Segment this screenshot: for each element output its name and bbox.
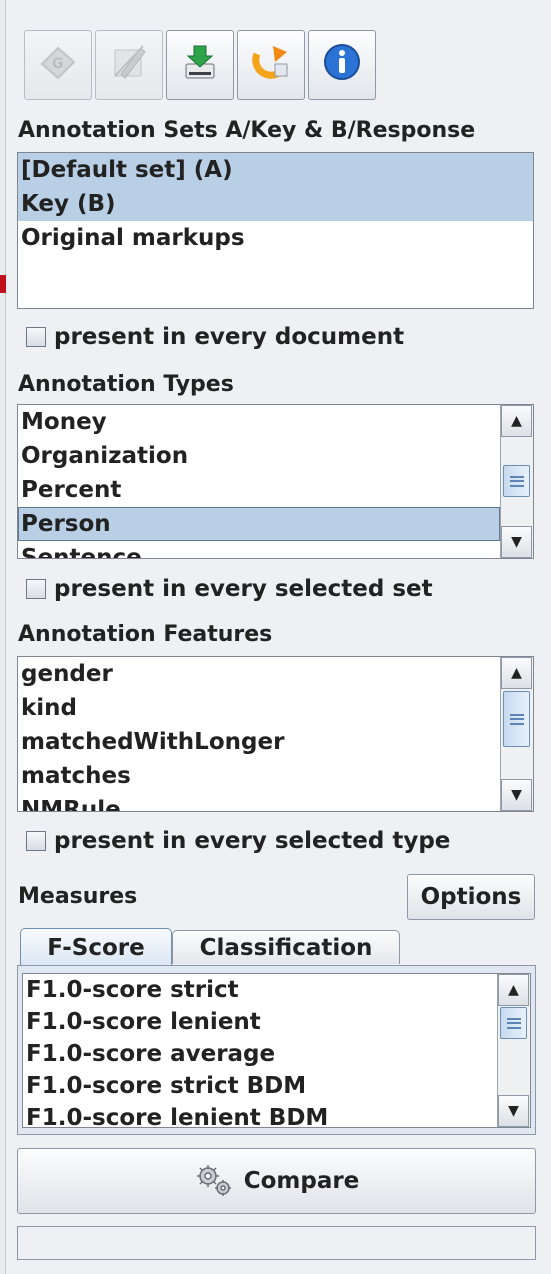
list-item[interactable]: Money xyxy=(18,405,500,439)
reload-button[interactable] xyxy=(237,30,305,100)
list-item[interactable]: Original markups xyxy=(18,221,533,255)
tab-label: Classification xyxy=(199,934,373,961)
annotation-types-label: Annotation Types xyxy=(18,372,234,397)
annotation-sets-list[interactable]: [Default set] (A) Key (B) Original marku… xyxy=(17,152,534,309)
scroll-thumb[interactable] xyxy=(503,465,530,497)
gears-icon xyxy=(194,1163,234,1199)
svg-text:G: G xyxy=(52,56,64,72)
list-item[interactable]: Organization xyxy=(18,439,500,473)
annotation-sets-label: Annotation Sets A/Key & B/Response xyxy=(18,118,476,143)
status-bar xyxy=(17,1226,536,1260)
annotation-features-viewport: gender kind matchedWithLonger matches NM… xyxy=(18,657,500,811)
info-button[interactable] xyxy=(308,30,376,100)
present-in-every-selected-type-checkbox[interactable]: present in every selected type xyxy=(26,826,450,856)
checkbox-label: present in every document xyxy=(54,324,405,350)
list-item[interactable]: F1.0-score lenient BDM xyxy=(23,1102,497,1127)
grip-icon xyxy=(506,1017,521,1029)
features-scrollbar[interactable]: ▲ ▼ xyxy=(500,657,533,811)
compare-button[interactable]: Compare xyxy=(17,1148,536,1214)
edit-pen-icon xyxy=(107,40,151,90)
types-scrollbar[interactable]: ▲ ▼ xyxy=(500,405,533,558)
arrow-up-icon: ▲ xyxy=(511,413,522,429)
arrow-down-icon: ▼ xyxy=(511,534,522,550)
tab-label: F-Score xyxy=(47,934,145,961)
scroll-down-button[interactable]: ▼ xyxy=(501,779,532,811)
splitter-marker xyxy=(0,275,6,293)
scroll-down-button[interactable]: ▼ xyxy=(501,526,532,558)
list-item[interactable]: gender xyxy=(18,657,500,691)
top-edge xyxy=(6,0,551,6)
scroll-down-button[interactable]: ▼ xyxy=(498,1095,529,1127)
scroll-up-button[interactable]: ▲ xyxy=(501,657,532,689)
list-item[interactable]: Key (B) xyxy=(18,187,533,221)
scroll-up-button[interactable]: ▲ xyxy=(501,405,532,437)
list-item[interactable]: Person xyxy=(18,507,500,541)
grip-icon xyxy=(509,475,524,487)
list-item[interactable]: NMRule xyxy=(18,793,500,811)
checkbox-box[interactable] xyxy=(26,579,46,599)
list-item[interactable]: matches xyxy=(18,759,500,793)
download-save-icon xyxy=(178,40,222,90)
scroll-thumb[interactable] xyxy=(503,691,530,747)
list-item[interactable]: matchedWithLonger xyxy=(18,725,500,759)
measures-label: Measures xyxy=(18,884,138,909)
checkbox-box[interactable] xyxy=(26,327,46,347)
grip-icon xyxy=(509,713,524,725)
checkbox-box[interactable] xyxy=(26,831,46,851)
arrow-up-icon: ▲ xyxy=(508,982,519,998)
annotation-features-label: Annotation Features xyxy=(18,622,273,647)
measures-tab-panel: F1.0-score strict F1.0-score lenient F1.… xyxy=(17,965,536,1135)
options-button[interactable]: Options xyxy=(407,874,535,920)
annotation-diff-button[interactable]: G xyxy=(24,30,92,100)
annotation-diff-icon: G xyxy=(36,40,80,90)
present-in-every-document-checkbox[interactable]: present in every document xyxy=(26,322,404,352)
tab-f-score[interactable]: F-Score xyxy=(20,928,172,966)
left-splitter[interactable] xyxy=(0,0,6,1274)
annotation-types-list[interactable]: Money Organization Percent Person Senten… xyxy=(17,404,534,559)
checkbox-label: present in every selected set xyxy=(54,576,433,602)
present-in-every-selected-set-checkbox[interactable]: present in every selected set xyxy=(26,574,433,604)
arrow-down-icon: ▼ xyxy=(508,1103,519,1119)
reload-icon xyxy=(249,40,293,90)
edit-button[interactable] xyxy=(95,30,163,100)
checkbox-label: present in every selected type xyxy=(54,828,451,854)
scroll-up-button[interactable]: ▲ xyxy=(498,974,529,1006)
measures-scrollbar[interactable]: ▲ ▼ xyxy=(497,974,530,1127)
compare-label: Compare xyxy=(243,1168,360,1194)
list-item[interactable]: [Default set] (A) xyxy=(18,153,533,187)
annotation-types-viewport: Money Organization Percent Person Senten… xyxy=(18,405,500,558)
list-item[interactable]: F1.0-score strict xyxy=(23,974,497,1006)
list-item[interactable]: F1.0-score average xyxy=(23,1038,497,1070)
scroll-thumb[interactable] xyxy=(500,1007,527,1039)
arrow-up-icon: ▲ xyxy=(511,665,522,681)
list-item[interactable]: Percent xyxy=(18,473,500,507)
list-item[interactable]: F1.0-score strict BDM xyxy=(23,1070,497,1102)
list-item[interactable]: Sentence xyxy=(18,541,500,558)
arrow-down-icon: ▼ xyxy=(511,787,522,803)
measures-viewport: F1.0-score strict F1.0-score lenient F1.… xyxy=(23,974,497,1127)
info-icon xyxy=(320,40,364,90)
list-item[interactable]: F1.0-score lenient xyxy=(23,1006,497,1038)
options-label: Options xyxy=(420,884,522,910)
toolbar: G xyxy=(14,26,386,108)
measures-list[interactable]: F1.0-score strict F1.0-score lenient F1.… xyxy=(22,973,531,1128)
annotation-features-list[interactable]: gender kind matchedWithLonger matches NM… xyxy=(17,656,534,812)
list-item[interactable]: kind xyxy=(18,691,500,725)
save-button[interactable] xyxy=(166,30,234,100)
tab-classification[interactable]: Classification xyxy=(172,930,400,964)
